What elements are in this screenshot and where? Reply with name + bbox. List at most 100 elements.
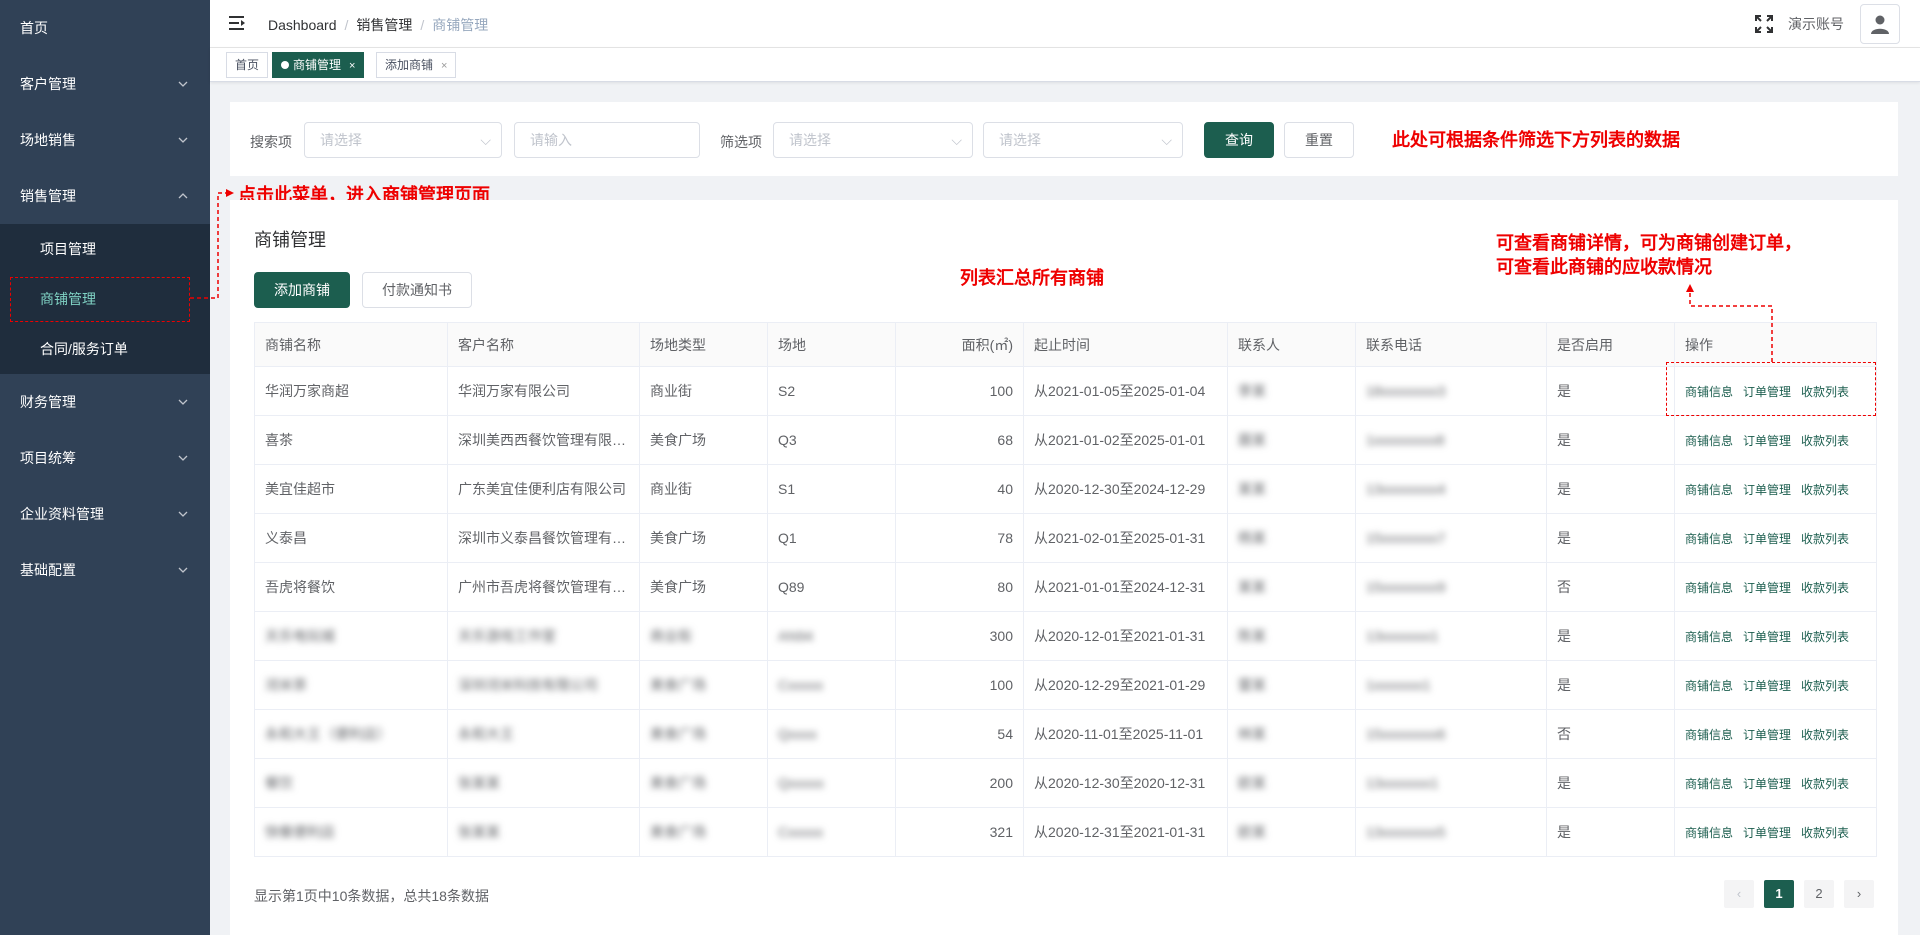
next-page-button[interactable]: › [1844,880,1874,908]
order-mgmt-link[interactable]: 订单管理 [1743,777,1791,791]
close-icon[interactable]: × [441,60,447,72]
tag-shop-mgmt[interactable]: 商铺管理 × [272,52,365,78]
account-name[interactable]: 演示账号 [1788,14,1844,34]
payment-list-link[interactable]: 收款列表 [1801,483,1849,497]
table-cell: 13xxxxxxx1 [1355,758,1547,808]
chevron-down-icon [178,56,188,112]
search-input[interactable]: 请输入 [514,122,700,158]
column-header: 场地 [767,322,896,367]
payment-list-link[interactable]: 收款列表 [1801,532,1849,546]
order-mgmt-link[interactable]: 订单管理 [1743,679,1791,693]
operations-cell: 商铺信息 订单管理 收款列表 [1674,415,1877,465]
sidebar-item-label: 项目管理 [40,241,96,257]
table-cell: 100 [895,366,1024,416]
payment-notice-button[interactable]: 付款通知书 [362,272,472,308]
table-cell: 欧某 [1227,807,1356,857]
shop-info-link[interactable]: 商铺信息 [1685,581,1733,595]
search-field-select[interactable]: 请选择 ⌵ [304,122,502,158]
table-cell: 美食广场 [639,660,768,710]
table-cell: 18xxxxxxxx3 [1355,366,1547,416]
order-mgmt-link[interactable]: 订单管理 [1743,630,1791,644]
page-button-1[interactable]: 1 [1764,880,1794,908]
table-cell: AN94 [767,611,896,661]
sidebar-item-project-plan[interactable]: 项目统筹 [0,430,210,486]
shop-info-link[interactable]: 商铺信息 [1685,826,1733,840]
shop-info-link[interactable]: 商铺信息 [1685,679,1733,693]
column-header: 客户名称 [447,322,640,367]
shop-info-link[interactable]: 商铺信息 [1685,630,1733,644]
payment-list-link[interactable]: 收款列表 [1801,581,1849,595]
placeholder: 请输入 [530,132,572,148]
table-cell: 是 [1546,807,1675,857]
table-cell: S1 [767,464,896,514]
payment-list-link[interactable]: 收款列表 [1801,728,1849,742]
table-cell: 13xxxxxxx1 [1355,611,1547,661]
sidebar-subitem-project[interactable]: 项目管理 [0,224,210,274]
shop-info-link[interactable]: 商铺信息 [1685,434,1733,448]
hamburger-icon[interactable] [228,13,248,33]
search-label: 搜索项 [250,134,292,150]
sidebar-item-sales-mgmt[interactable]: 销售管理 [0,168,210,224]
table-cell: 15xxxxxxxx9 [1355,562,1547,612]
filter-select-1[interactable]: 请选择 ⌵ [773,122,973,158]
shop-info-link[interactable]: 商铺信息 [1685,532,1733,546]
operations-cell: 商铺信息 订单管理 收款列表 [1674,611,1877,661]
table-cell: 否 [1546,562,1675,612]
order-mgmt-link[interactable]: 订单管理 [1743,483,1791,497]
table-header-row: 商铺名称 客户名称 场地类型 场地 面积(㎡) 起止时间 联系人 联系电话 是否… [254,322,1877,367]
table-cell: 13xxxxxxxx4 [1355,464,1547,514]
sidebar-item-enterprise[interactable]: 企业资料管理 [0,486,210,542]
table-cell: 深圳市义泰昌餐饮管理有限公司 [447,513,640,563]
table-cell: 是 [1546,513,1675,563]
table-cell: 陈某 [1227,611,1356,661]
table-cell: Qxxxxx [767,758,896,808]
shop-info-link[interactable]: 商铺信息 [1685,777,1733,791]
fullscreen-icon[interactable] [1754,14,1774,34]
operations-cell: 商铺信息 订单管理 收款列表 [1674,709,1877,759]
top-header: Dashboard / 销售管理 / 商铺管理 演示账号 [210,0,1920,48]
column-header: 起止时间 [1023,322,1228,367]
order-mgmt-link[interactable]: 订单管理 [1743,581,1791,595]
page-button-2[interactable]: 2 [1804,880,1834,908]
placeholder: 请选择 [789,132,831,148]
table-cell: 张某某 [447,758,640,808]
add-shop-button[interactable]: 添加商铺 [254,272,350,308]
payment-list-link[interactable]: 收款列表 [1801,630,1849,644]
close-icon[interactable]: × [349,60,355,72]
payment-list-link[interactable]: 收款列表 [1801,826,1849,840]
tag-add-shop[interactable]: 添加商铺 × [376,52,457,78]
breadcrumb-dashboard[interactable]: Dashboard [268,17,337,33]
annotation-filter: 此处可根据条件筛选下方列表的数据 [1392,130,1680,151]
sidebar-subitem-contract[interactable]: 合同/服务订单 [0,324,210,374]
table-cell: 广州市吾虎将餐饮管理有限公司 [447,562,640,612]
sidebar-item-home[interactable]: 首页 [0,0,210,56]
table-row: 美宜佳超市 广东美宜佳便利店有限公司 商业街 S1 40 从2020-12-30至2024… [254,464,1877,514]
table-row: 华润万家商超 华润万家有限公司 商业街 S2 100 从2021-01-05至2025-0… [254,366,1877,416]
query-button[interactable]: 查询 [1204,122,1274,158]
table-cell: 华润万家商超 [254,366,448,416]
order-mgmt-link[interactable]: 订单管理 [1743,532,1791,546]
payment-list-link[interactable]: 收款列表 [1801,679,1849,693]
shop-info-link[interactable]: 商铺信息 [1685,483,1733,497]
reset-button[interactable]: 重置 [1284,122,1354,158]
sidebar-item-finance[interactable]: 财务管理 [0,374,210,430]
table-cell: 从2021-02-01至2025-01-31 [1023,513,1228,563]
sidebar-item-base-config[interactable]: 基础配置 [0,542,210,598]
sidebar-item-venue-sales[interactable]: 场地销售 [0,112,210,168]
shop-info-link[interactable]: 商铺信息 [1685,728,1733,742]
filter-select-2[interactable]: 请选择 ⌵ [983,122,1183,158]
table-cell: 从2020-11-01至2025-11-01 [1023,709,1228,759]
tag-home[interactable]: 首页 [226,52,269,78]
payment-list-link[interactable]: 收款列表 [1801,777,1849,791]
breadcrumb-sales[interactable]: 销售管理 [356,17,412,33]
prev-page-button[interactable]: ‹ [1724,880,1754,908]
table-cell: 杨某 [1227,513,1356,563]
order-mgmt-link[interactable]: 订单管理 [1743,728,1791,742]
table-cell: 80 [895,562,1024,612]
order-mgmt-link[interactable]: 订单管理 [1743,826,1791,840]
payment-list-link[interactable]: 收款列表 [1801,434,1849,448]
table-cell: 300 [895,611,1024,661]
avatar[interactable] [1860,4,1900,44]
sidebar-item-customer[interactable]: 客户管理 [0,56,210,112]
order-mgmt-link[interactable]: 订单管理 [1743,434,1791,448]
